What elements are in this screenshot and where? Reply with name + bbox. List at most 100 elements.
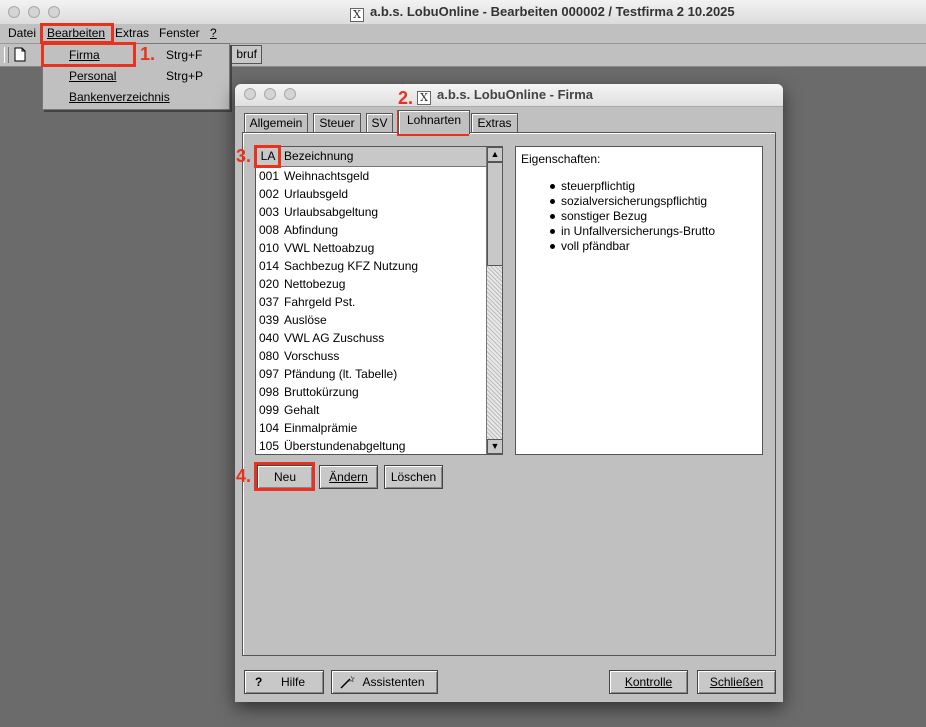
eigenschaften-title: Eigenschaften: <box>521 152 601 166</box>
row-la-code: 014 <box>259 259 280 273</box>
lohnarten-list[interactable]: LA Bezeichnung 001 Weihnachtsgeld 002 Urlau… <box>255 146 503 455</box>
dialog-title: Xa.b.s. LobuOnline - Firma <box>417 87 593 105</box>
x11-app-icon: X <box>350 8 364 22</box>
row-la-code: 098 <box>259 385 280 399</box>
table-row[interactable]: 080 Vorschuss <box>256 347 486 365</box>
table-row[interactable]: 002 Urlaubsgeld <box>256 185 486 203</box>
list-header: LA Bezeichnung <box>256 147 486 167</box>
table-row[interactable]: 039 Auslöse <box>256 311 486 329</box>
row-bezeichnung: Einmalprämie <box>284 421 358 435</box>
highlight-bearbeiten <box>40 23 114 44</box>
row-bezeichnung: Urlaubsgeld <box>284 187 349 201</box>
menu-help[interactable]: ? <box>210 26 217 40</box>
tab-lohnarten[interactable]: Lohnarten <box>398 110 470 134</box>
window-title: Xa.b.s. LobuOnline - Bearbeiten 000002 /… <box>350 4 735 22</box>
step-2-label: 2. <box>398 88 414 108</box>
row-bezeichnung: Vorschuss <box>284 349 340 363</box>
step-4-label: 4. <box>236 466 252 486</box>
row-bezeichnung: Gehalt <box>284 403 320 417</box>
table-row[interactable]: 008 Abfindung <box>256 221 486 239</box>
row-la-code: 104 <box>259 421 280 435</box>
highlight-firma <box>41 42 136 67</box>
close-window-button[interactable] <box>8 6 20 18</box>
property-item: sonstiger Bezug <box>549 209 648 223</box>
dialog-zoom-button[interactable] <box>284 88 296 100</box>
table-row[interactable]: 098 Bruttokürzung <box>256 383 486 401</box>
main-titlebar: Xa.b.s. LobuOnline - Bearbeiten 000002 /… <box>0 0 926 25</box>
dialog-titlebar: Xa.b.s. LobuOnline - Firma <box>235 84 783 107</box>
property-item: in Unfallversicherungs-Brutto <box>549 224 716 238</box>
highlight-neu-button <box>254 462 315 491</box>
table-row[interactable]: 003 Urlaubsabgeltung <box>256 203 486 221</box>
row-la-code: 099 <box>259 403 280 417</box>
table-row[interactable]: 037 Fahrgeld Pst. <box>256 293 486 311</box>
highlight-la-column <box>254 145 281 168</box>
row-bezeichnung: Pfändung (lt. Tabelle) <box>284 367 398 381</box>
row-bezeichnung: Fahrgeld Pst. <box>284 295 356 309</box>
table-row[interactable]: 014 Sachbezug KFZ Nutzung <box>256 257 486 275</box>
row-la-code: 080 <box>259 349 280 363</box>
table-row[interactable]: 001 Weihnachtsgeld <box>256 167 486 185</box>
row-bezeichnung: Bruttokürzung <box>284 385 359 399</box>
menu-item-bankenverzeichnis[interactable]: Bankenverzeichnis <box>43 87 229 107</box>
table-row[interactable]: 104 Einmalprämie <box>256 419 486 437</box>
new-document-icon[interactable] <box>14 47 26 62</box>
row-bezeichnung: Auslöse <box>284 313 327 327</box>
row-la-code: 039 <box>259 313 280 327</box>
list-scrollbar[interactable]: ▲ ▼ <box>486 147 502 454</box>
property-item: sozialversicherungspflichtig <box>549 194 708 208</box>
minimize-window-button[interactable] <box>28 6 40 18</box>
menu-datei[interactable]: Datei <box>8 26 36 40</box>
table-row[interactable]: 040 VWL AG Zuschuss <box>256 329 486 347</box>
table-row[interactable]: 020 Nettobezug <box>256 275 486 293</box>
row-la-code: 105 <box>259 439 280 453</box>
magic-wand-icon <box>340 675 355 689</box>
menu-extras[interactable]: Extras <box>115 26 149 40</box>
assistenten-button[interactable]: Assistenten <box>331 670 438 694</box>
menu-item-personal[interactable]: Personal Strg+P <box>43 66 229 86</box>
row-la-code: 003 <box>259 205 280 219</box>
tab-sv[interactable]: SV <box>366 113 393 133</box>
row-la-code: 037 <box>259 295 280 309</box>
table-row[interactable]: 099 Gehalt <box>256 401 486 419</box>
eigenschaften-box: Eigenschaften: steuerpflichtig sozialvers… <box>515 146 763 455</box>
kontrolle-button[interactable]: Kontrolle <box>609 670 688 694</box>
row-la-code: 002 <box>259 187 280 201</box>
step-1-label: 1. <box>140 44 156 64</box>
row-bezeichnung: Weihnachtsgeld <box>284 169 370 183</box>
table-row[interactable]: 105 Überstundenabgeltung <box>256 437 486 454</box>
table-row[interactable]: 010 VWL Nettoabzug <box>256 239 486 257</box>
row-bezeichnung: Urlaubsabgeltung <box>284 205 379 219</box>
step-3-label: 3. <box>236 146 252 166</box>
property-item: steuerpflichtig <box>549 179 636 193</box>
loeschen-button[interactable]: Löschen <box>384 465 443 489</box>
firma-dialog: Xa.b.s. LobuOnline - Firma Allgemein Ste… <box>235 84 783 702</box>
tab-steuer[interactable]: Steuer <box>313 113 361 133</box>
zoom-window-button[interactable] <box>48 6 60 18</box>
column-header-bezeichnung[interactable]: Bezeichnung <box>284 147 353 166</box>
menu-fenster[interactable]: Fenster <box>159 26 200 40</box>
row-bezeichnung: Abfindung <box>284 223 339 237</box>
row-la-code: 097 <box>259 367 280 381</box>
row-bezeichnung: Überstundenabgeltung <box>284 439 406 453</box>
dialog-close-button[interactable] <box>244 88 256 100</box>
dialog-minimize-button[interactable] <box>264 88 276 100</box>
schliessen-button[interactable]: Schließen <box>697 670 776 694</box>
menubar: Datei Bearbeiten Extras Fenster ? <box>0 24 926 44</box>
row-la-code: 001 <box>259 169 280 183</box>
x11-dialog-icon: X <box>417 91 431 105</box>
scroll-thumb[interactable] <box>487 162 502 266</box>
row-la-code: 008 <box>259 223 280 237</box>
tab-extras[interactable]: Extras <box>471 113 518 133</box>
row-la-code: 010 <box>259 241 280 255</box>
scroll-down-arrow-icon[interactable]: ▼ <box>487 439 502 454</box>
aendern-button[interactable]: Ändern <box>319 465 378 489</box>
hilfe-button[interactable]: ? Hilfe <box>244 670 324 694</box>
row-la-code: 040 <box>259 331 280 345</box>
property-item: voll pfändbar <box>550 239 630 253</box>
scroll-up-arrow-icon[interactable]: ▲ <box>487 147 502 162</box>
tab-allgemein[interactable]: Allgemein <box>244 113 308 133</box>
row-bezeichnung: VWL Nettoabzug <box>284 241 375 255</box>
row-bezeichnung: Sachbezug KFZ Nutzung <box>284 259 419 273</box>
table-row[interactable]: 097 Pfändung (lt. Tabelle) <box>256 365 486 383</box>
